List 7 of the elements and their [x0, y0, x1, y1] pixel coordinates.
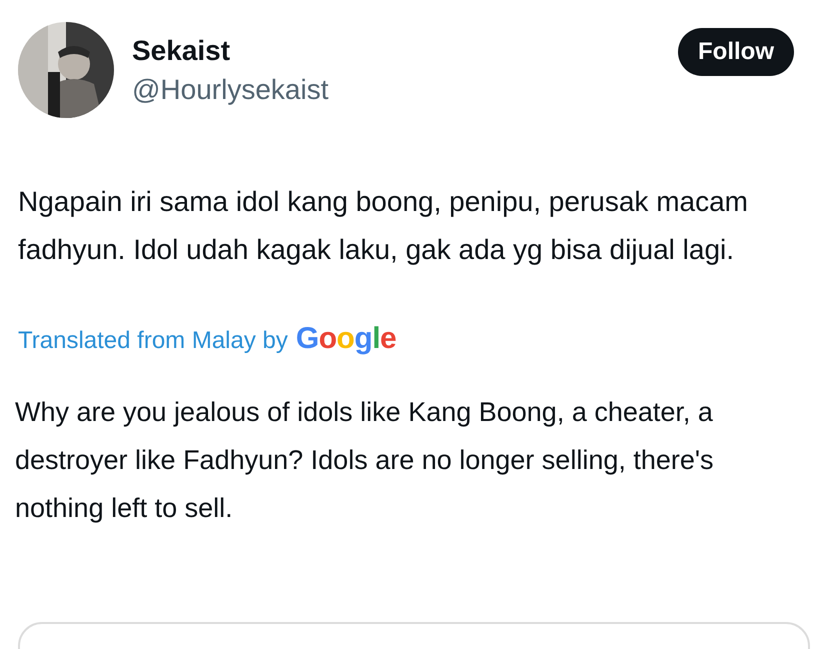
display-name: Sekaist — [132, 34, 232, 68]
follow-button[interactable]: Follow — [678, 28, 794, 76]
google-logo: Google — [296, 322, 396, 356]
user-handle: @Hourlysekaist — [132, 73, 328, 107]
translation-label: Translated from Malay by — [18, 326, 288, 356]
translated-text: Why are you jealous of idols like Kang Boong, a cheater, a destroyer like Fadhyun? Idols are no longer selling, there's nothing left to sell. — [15, 396, 715, 525]
tweet-text: Ngapain iri sama idol kang boong, penipu, perusak macam fadhyun. Idol udah kagak laku, gak ada yg bisa dijual lagi. — [18, 185, 749, 267]
